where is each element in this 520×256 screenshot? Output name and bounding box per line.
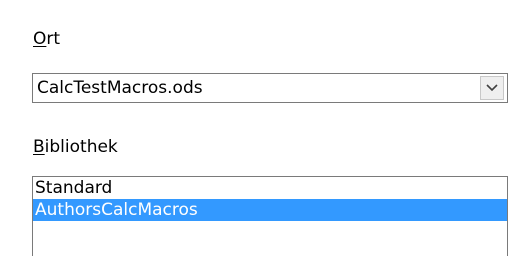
library-listbox[interactable]: Standard AuthorsCalcMacros	[32, 176, 508, 256]
chevron-down-icon	[486, 84, 498, 92]
location-dropdown-button[interactable]	[480, 76, 504, 100]
library-label: Bibliothek	[33, 136, 118, 158]
location-label-mnemonic: O	[33, 29, 47, 49]
list-item-standard[interactable]: Standard	[33, 177, 507, 199]
location-label-text: rt	[46, 29, 61, 49]
location-combobox-value: CalcTestMacros.ods	[37, 78, 203, 98]
location-label: Ort	[33, 28, 60, 50]
list-item-authorscalcmacros[interactable]: AuthorsCalcMacros	[33, 199, 507, 221]
library-label-mnemonic: B	[33, 137, 45, 157]
location-combobox[interactable]: CalcTestMacros.ods	[32, 73, 508, 103]
library-label-text: ibliothek	[44, 137, 118, 157]
